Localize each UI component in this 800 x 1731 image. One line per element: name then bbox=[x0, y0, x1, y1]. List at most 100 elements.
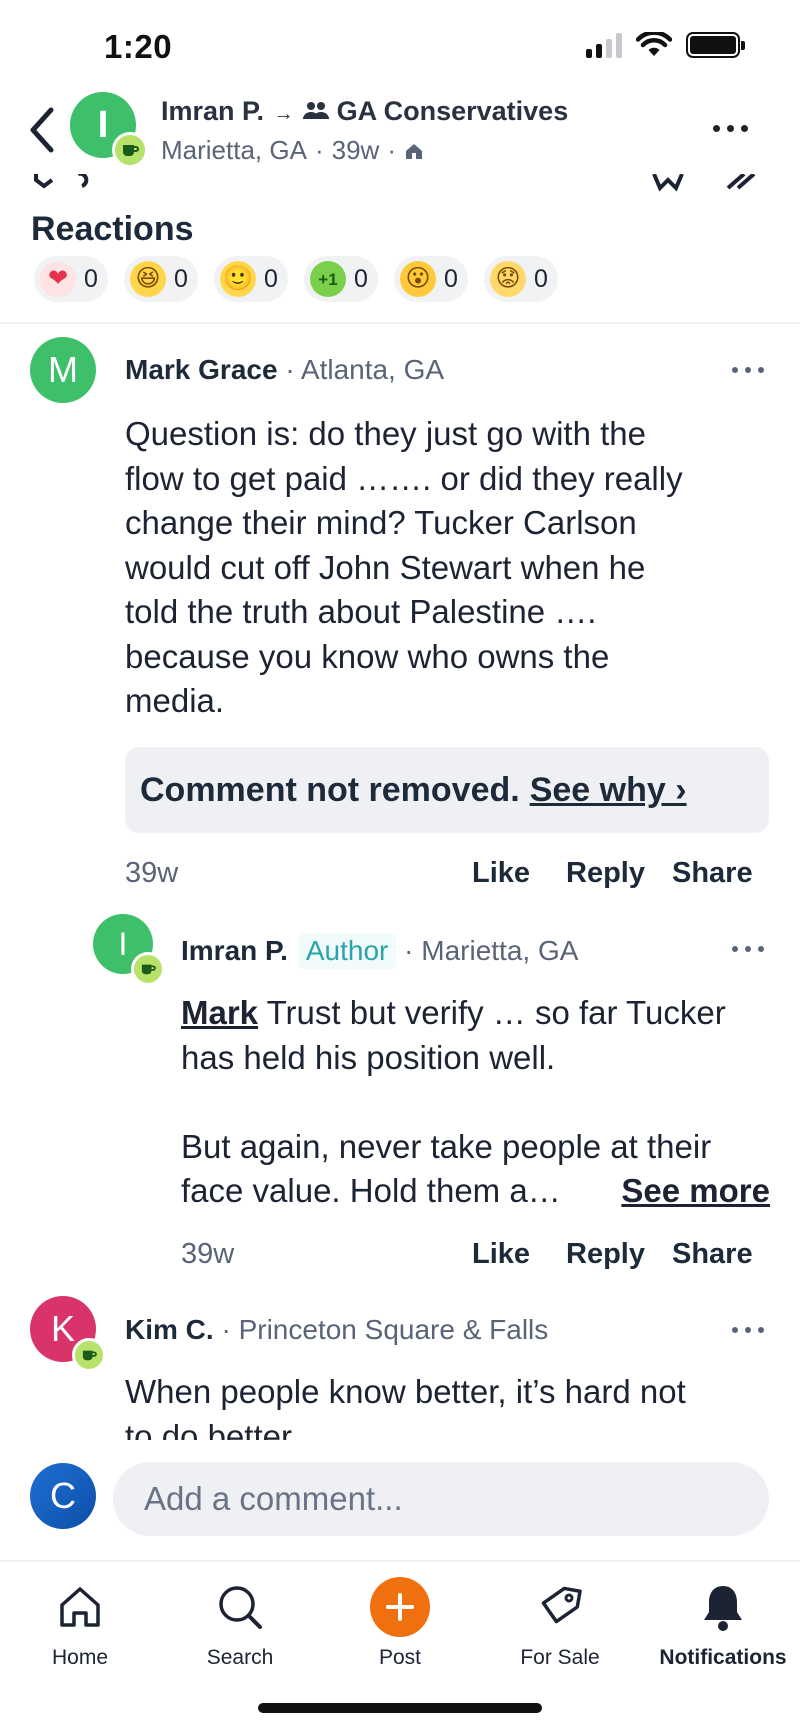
reply-more-button[interactable] bbox=[732, 946, 764, 952]
home-indicator bbox=[258, 1703, 542, 1713]
nav-search[interactable]: Search bbox=[170, 1576, 310, 1670]
nav-notifications[interactable]: Notifications bbox=[648, 1576, 798, 1670]
status-icons bbox=[586, 32, 745, 58]
wifi-icon bbox=[636, 32, 672, 56]
nav-home[interactable]: Home bbox=[10, 1576, 150, 1670]
coffee-badge-icon bbox=[131, 952, 165, 986]
plus-one-icon: +1 bbox=[310, 261, 346, 297]
battery-icon bbox=[686, 32, 745, 58]
comment-line: media. bbox=[125, 682, 225, 719]
reaction-count: 0 bbox=[84, 264, 98, 293]
comment-composer: C bbox=[0, 1440, 800, 1560]
status-time: 1:20 bbox=[104, 28, 173, 65]
smile-icon: 🙂 bbox=[220, 261, 256, 297]
reply-actions: Like Reply Share bbox=[472, 1238, 753, 1271]
reaction-wow[interactable]: 😮 0 bbox=[394, 256, 468, 302]
commenter-location: · Atlanta, GA bbox=[285, 354, 445, 385]
group-name[interactable]: GA Conservatives bbox=[337, 96, 569, 126]
comment-age: 39w bbox=[125, 857, 179, 889]
moderation-notice[interactable]: Comment not removed. See why › bbox=[125, 747, 769, 833]
nav-post-label: Post bbox=[378, 1646, 422, 1669]
post-title[interactable]: Imran P. → GA Conservatives bbox=[161, 96, 568, 128]
reply-author-avatar[interactable]: I bbox=[93, 914, 165, 986]
price-tag-icon bbox=[541, 1586, 582, 1624]
see-more-link[interactable]: See more bbox=[621, 1169, 770, 1214]
nav-for-sale[interactable]: For Sale bbox=[490, 1576, 630, 1670]
wow-icon: 😮 bbox=[400, 261, 436, 297]
like-button[interactable]: Like bbox=[472, 1238, 566, 1271]
commenter-name[interactable]: Kim C. · Princeton Square & Falls bbox=[125, 1314, 548, 1346]
share-button[interactable]: Share bbox=[672, 1238, 753, 1271]
bell-icon bbox=[704, 1586, 742, 1631]
search-icon bbox=[219, 1586, 262, 1629]
reactions-row: ❤ 0 😆 0 🙂 0 +1 0 😮 0 😟 0 bbox=[34, 256, 558, 302]
status-bar: 1:20 bbox=[0, 0, 800, 90]
nav-for-sale-label: For Sale bbox=[520, 1646, 600, 1669]
laugh-icon: 😆 bbox=[130, 261, 166, 297]
comment-input[interactable] bbox=[113, 1462, 769, 1536]
avatar-letter: I bbox=[97, 103, 109, 146]
see-why-link[interactable]: See why › bbox=[530, 771, 687, 810]
reaction-smile[interactable]: 🙂 0 bbox=[214, 256, 288, 302]
nav-post[interactable]: Post bbox=[330, 1576, 470, 1670]
back-button[interactable] bbox=[20, 104, 64, 156]
comment-line: would cut off John Stewart when he bbox=[125, 548, 646, 586]
reactions-heading: Reactions bbox=[31, 210, 194, 248]
sad-icon: 😟 bbox=[490, 261, 526, 297]
comment-more-button[interactable] bbox=[732, 367, 764, 373]
reaction-count: 0 bbox=[264, 264, 278, 293]
reply-author-location: · Marietta, GA bbox=[404, 935, 579, 966]
home-visibility-icon bbox=[405, 143, 422, 159]
post-header: I Imran P. → GA Conservatives Marietta, … bbox=[0, 88, 800, 174]
home-icon bbox=[60, 1587, 100, 1627]
reaction-sad[interactable]: 😟 0 bbox=[484, 256, 558, 302]
share-button[interactable]: Share bbox=[672, 857, 753, 890]
comment-body: Question is: do they just go with the flo… bbox=[125, 412, 785, 724]
reaction-count: 0 bbox=[174, 264, 188, 293]
heart-icon: ❤ bbox=[40, 261, 76, 297]
arrow-right-icon: → bbox=[273, 103, 294, 125]
author-name[interactable]: Imran P. bbox=[161, 96, 264, 126]
comment-line: told the truth about Palestine …. bbox=[125, 593, 597, 630]
nav-notifications-label: Notifications bbox=[659, 1646, 787, 1669]
post-age: 39w bbox=[331, 135, 380, 165]
current-user-avatar[interactable]: C bbox=[30, 1463, 96, 1529]
comment-actions: Like Reply Share bbox=[472, 857, 753, 890]
reaction-count: 0 bbox=[534, 264, 548, 293]
post-location: Marietta, GA bbox=[161, 135, 307, 165]
group-icon bbox=[303, 97, 330, 128]
commenter-name[interactable]: Mark Grace · Atlanta, GA bbox=[125, 354, 444, 386]
reaction-plus-one[interactable]: +1 0 bbox=[304, 256, 378, 302]
plus-icon bbox=[370, 1577, 430, 1637]
notice-text: Comment not removed. bbox=[140, 770, 520, 809]
coffee-badge-icon bbox=[72, 1338, 106, 1372]
comment-more-button[interactable] bbox=[732, 1327, 764, 1333]
reaction-laugh[interactable]: 😆 0 bbox=[124, 256, 198, 302]
author-avatar[interactable]: I bbox=[70, 92, 148, 168]
commenter-avatar[interactable]: K bbox=[30, 1296, 106, 1372]
reply-button[interactable]: Reply bbox=[566, 1238, 672, 1271]
reply-button[interactable]: Reply bbox=[566, 857, 672, 890]
reply-age: 39w bbox=[181, 1238, 235, 1270]
nav-search-label: Search bbox=[206, 1646, 274, 1669]
reply-author-name[interactable]: Imran P. Author · Marietta, GA bbox=[181, 933, 578, 969]
reaction-count: 0 bbox=[444, 264, 458, 293]
author-badge: Author bbox=[297, 933, 397, 969]
coffee-badge-icon bbox=[112, 132, 148, 168]
cellular-signal-icon bbox=[586, 32, 622, 58]
commenter-avatar[interactable]: M bbox=[30, 337, 96, 403]
comment-line: because you know who owns the bbox=[125, 637, 610, 675]
comment-body: When people know better, it’s hard not t… bbox=[125, 1373, 686, 1440]
nav-home-label: Home bbox=[51, 1646, 109, 1669]
comment-item: K Kim C. · Princeton Square & Falls When… bbox=[0, 1290, 800, 1440]
like-button[interactable]: Like bbox=[472, 857, 566, 890]
post-subtitle: Marietta, GA · 39w · bbox=[161, 135, 424, 166]
chevron-left-icon bbox=[30, 107, 54, 153]
reaction-count: 0 bbox=[354, 264, 368, 293]
mention-link[interactable]: Mark bbox=[181, 994, 258, 1031]
partially-hidden-toolbar-icons bbox=[34, 174, 756, 192]
comment-line: flow to get paid ……. or did they really bbox=[125, 459, 683, 497]
commenter-location: · Princeton Square & Falls bbox=[221, 1314, 549, 1345]
reaction-heart[interactable]: ❤ 0 bbox=[34, 256, 108, 302]
post-more-button[interactable] bbox=[713, 125, 748, 132]
